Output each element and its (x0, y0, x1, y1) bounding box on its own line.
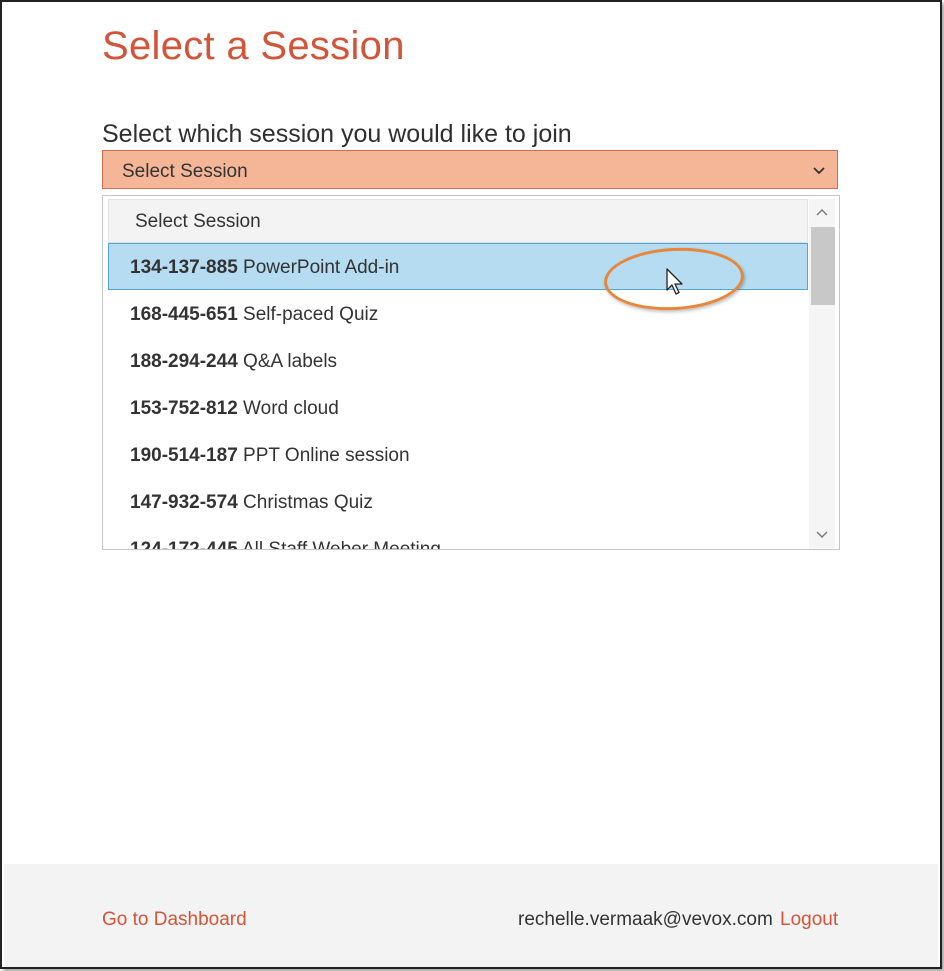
session-name: PPT Online session (243, 445, 410, 466)
app-window: Select a Session Select which session yo… (0, 0, 942, 969)
scrollbar-thumb[interactable] (811, 227, 835, 305)
mouse-cursor-icon (666, 268, 683, 295)
go-to-dashboard-link[interactable]: Go to Dashboard (102, 909, 247, 931)
session-prompt-label: Select which session you would like to j… (102, 120, 572, 148)
dropdown-scrollbar[interactable] (809, 199, 835, 548)
session-select-value: Select Session (122, 161, 248, 182)
chevron-down-icon (813, 167, 825, 175)
page-title: Select a Session (102, 24, 405, 68)
session-code: 188-294-244 (130, 351, 238, 372)
session-option[interactable]: 147-932-574 Christmas Quiz (108, 478, 808, 525)
session-name: Christmas Quiz (243, 492, 373, 513)
session-name: All Staff Weber Meeting (242, 539, 441, 550)
session-option[interactable]: 188-294-244 Q&A labels (108, 337, 808, 384)
session-dropdown-list[interactable]: Select Session 134-137-885 PowerPoint Ad… (102, 195, 840, 550)
session-code: 168-445-651 (130, 304, 238, 325)
footer: Go to Dashboard rechelle.vermaak@vevox.c… (4, 864, 938, 967)
scroll-up-arrow-icon[interactable] (814, 205, 830, 219)
session-code: 153-752-812 (130, 398, 238, 419)
session-select[interactable]: Select Session (102, 150, 838, 189)
session-option[interactable]: 153-752-812 Word cloud (108, 384, 808, 431)
session-code: 124-172-445 (130, 539, 238, 550)
user-email: rechelle.vermaak@vevox.com (518, 909, 773, 930)
session-name: PowerPoint Add-in (243, 257, 400, 278)
session-code: 147-932-574 (130, 492, 238, 513)
session-name: Self-paced Quiz (243, 304, 379, 325)
session-code: 190-514-187 (130, 445, 238, 466)
session-option[interactable]: 190-514-187 PPT Online session (108, 431, 808, 478)
session-name: Q&A labels (243, 351, 338, 372)
session-name: Word cloud (243, 398, 339, 419)
placeholder-option[interactable]: Select Session (108, 199, 808, 243)
session-code: 134-137-885 (130, 257, 238, 278)
logout-link[interactable]: Logout (780, 909, 838, 931)
session-option[interactable]: 124-172-445 All Staff Weber Meeting (108, 525, 808, 550)
scroll-down-arrow-icon[interactable] (814, 528, 830, 542)
